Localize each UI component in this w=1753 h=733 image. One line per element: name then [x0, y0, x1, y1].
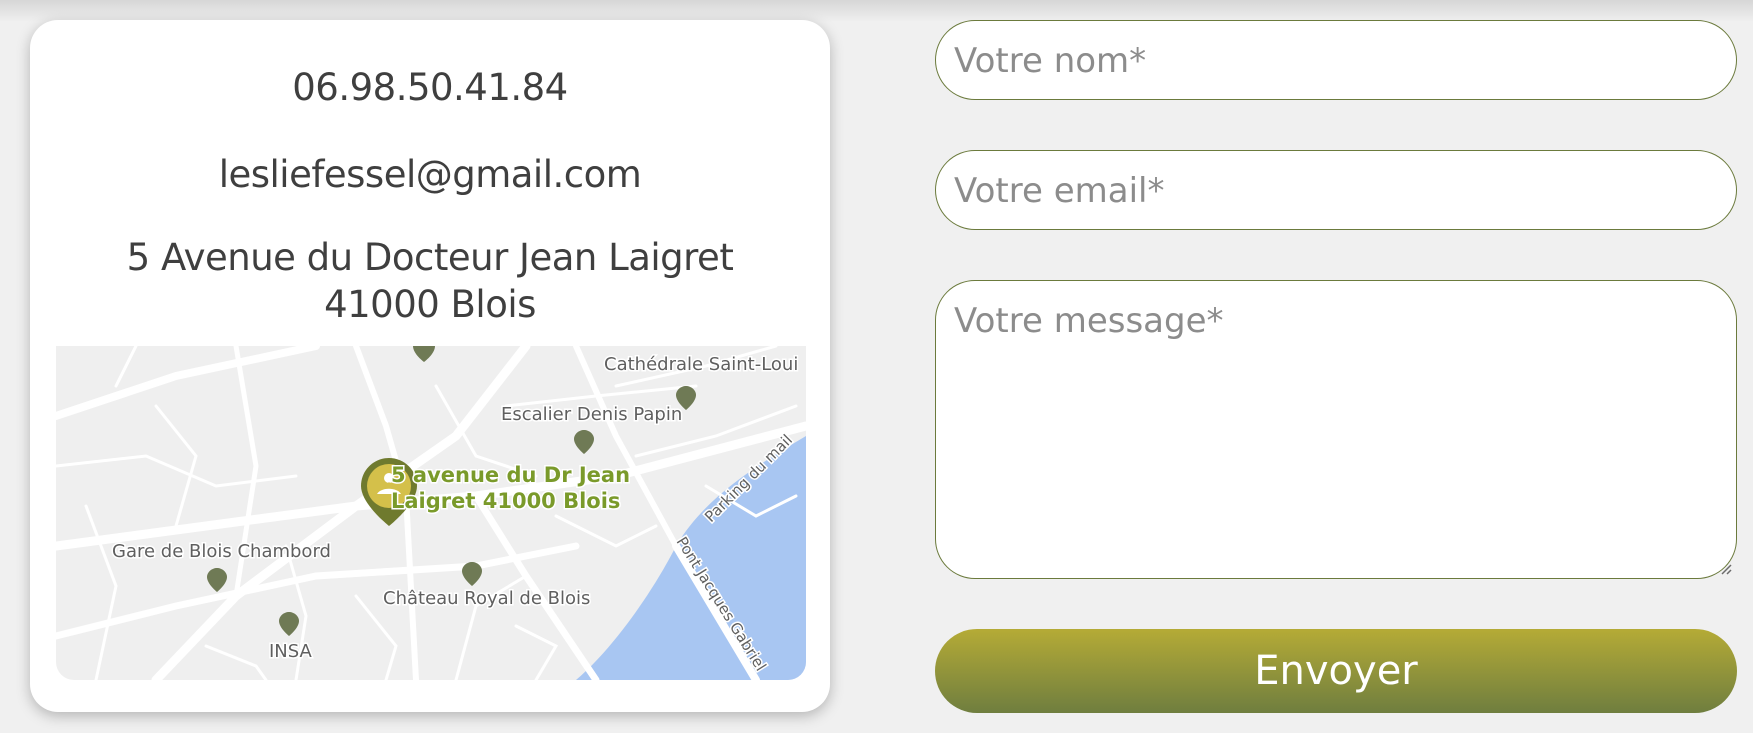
marker-label-line-2: Laigret 41000 Blois	[391, 489, 620, 513]
label-insa: INSA	[269, 641, 313, 662]
poi-pin-insa	[279, 612, 299, 636]
name-input[interactable]: Votre nom*	[935, 20, 1737, 100]
label-cathedrale: Cathédrale Saint-Loui	[604, 354, 798, 375]
label-escalier: Escalier Denis Papin	[501, 404, 682, 425]
send-button[interactable]: Envoyer	[935, 629, 1737, 713]
message-textarea[interactable]: Votre message*	[935, 280, 1737, 579]
marker-label-line-1: 5 avenue du Dr Jean	[391, 463, 630, 487]
email-input[interactable]: Votre email*	[935, 150, 1737, 230]
label-gare: Gare de Blois Chambord	[112, 541, 331, 562]
address-line-1: 5 Avenue du Docteur Jean Laigret	[126, 236, 734, 279]
poi-pin-escalier	[574, 430, 594, 454]
poi-pin-chateau	[462, 562, 482, 586]
message-placeholder: Votre message*	[954, 301, 1224, 341]
top-shadow	[0, 0, 1753, 22]
email-address[interactable]: lesliefessel@gmail.com	[30, 153, 830, 196]
poi-pin-top	[413, 346, 435, 362]
map-canvas: Cathédrale Saint-Loui Escalier Denis Pap…	[56, 346, 806, 680]
label-chateau: Château Royal de Blois	[383, 588, 590, 609]
location-map[interactable]: Cathédrale Saint-Loui Escalier Denis Pap…	[56, 346, 806, 680]
phone-number[interactable]: 06.98.50.41.84	[30, 66, 830, 109]
poi-pin-gare	[207, 568, 227, 592]
address-line-2: 41000 Blois	[324, 283, 536, 326]
resize-handle-icon[interactable]	[1718, 561, 1732, 575]
